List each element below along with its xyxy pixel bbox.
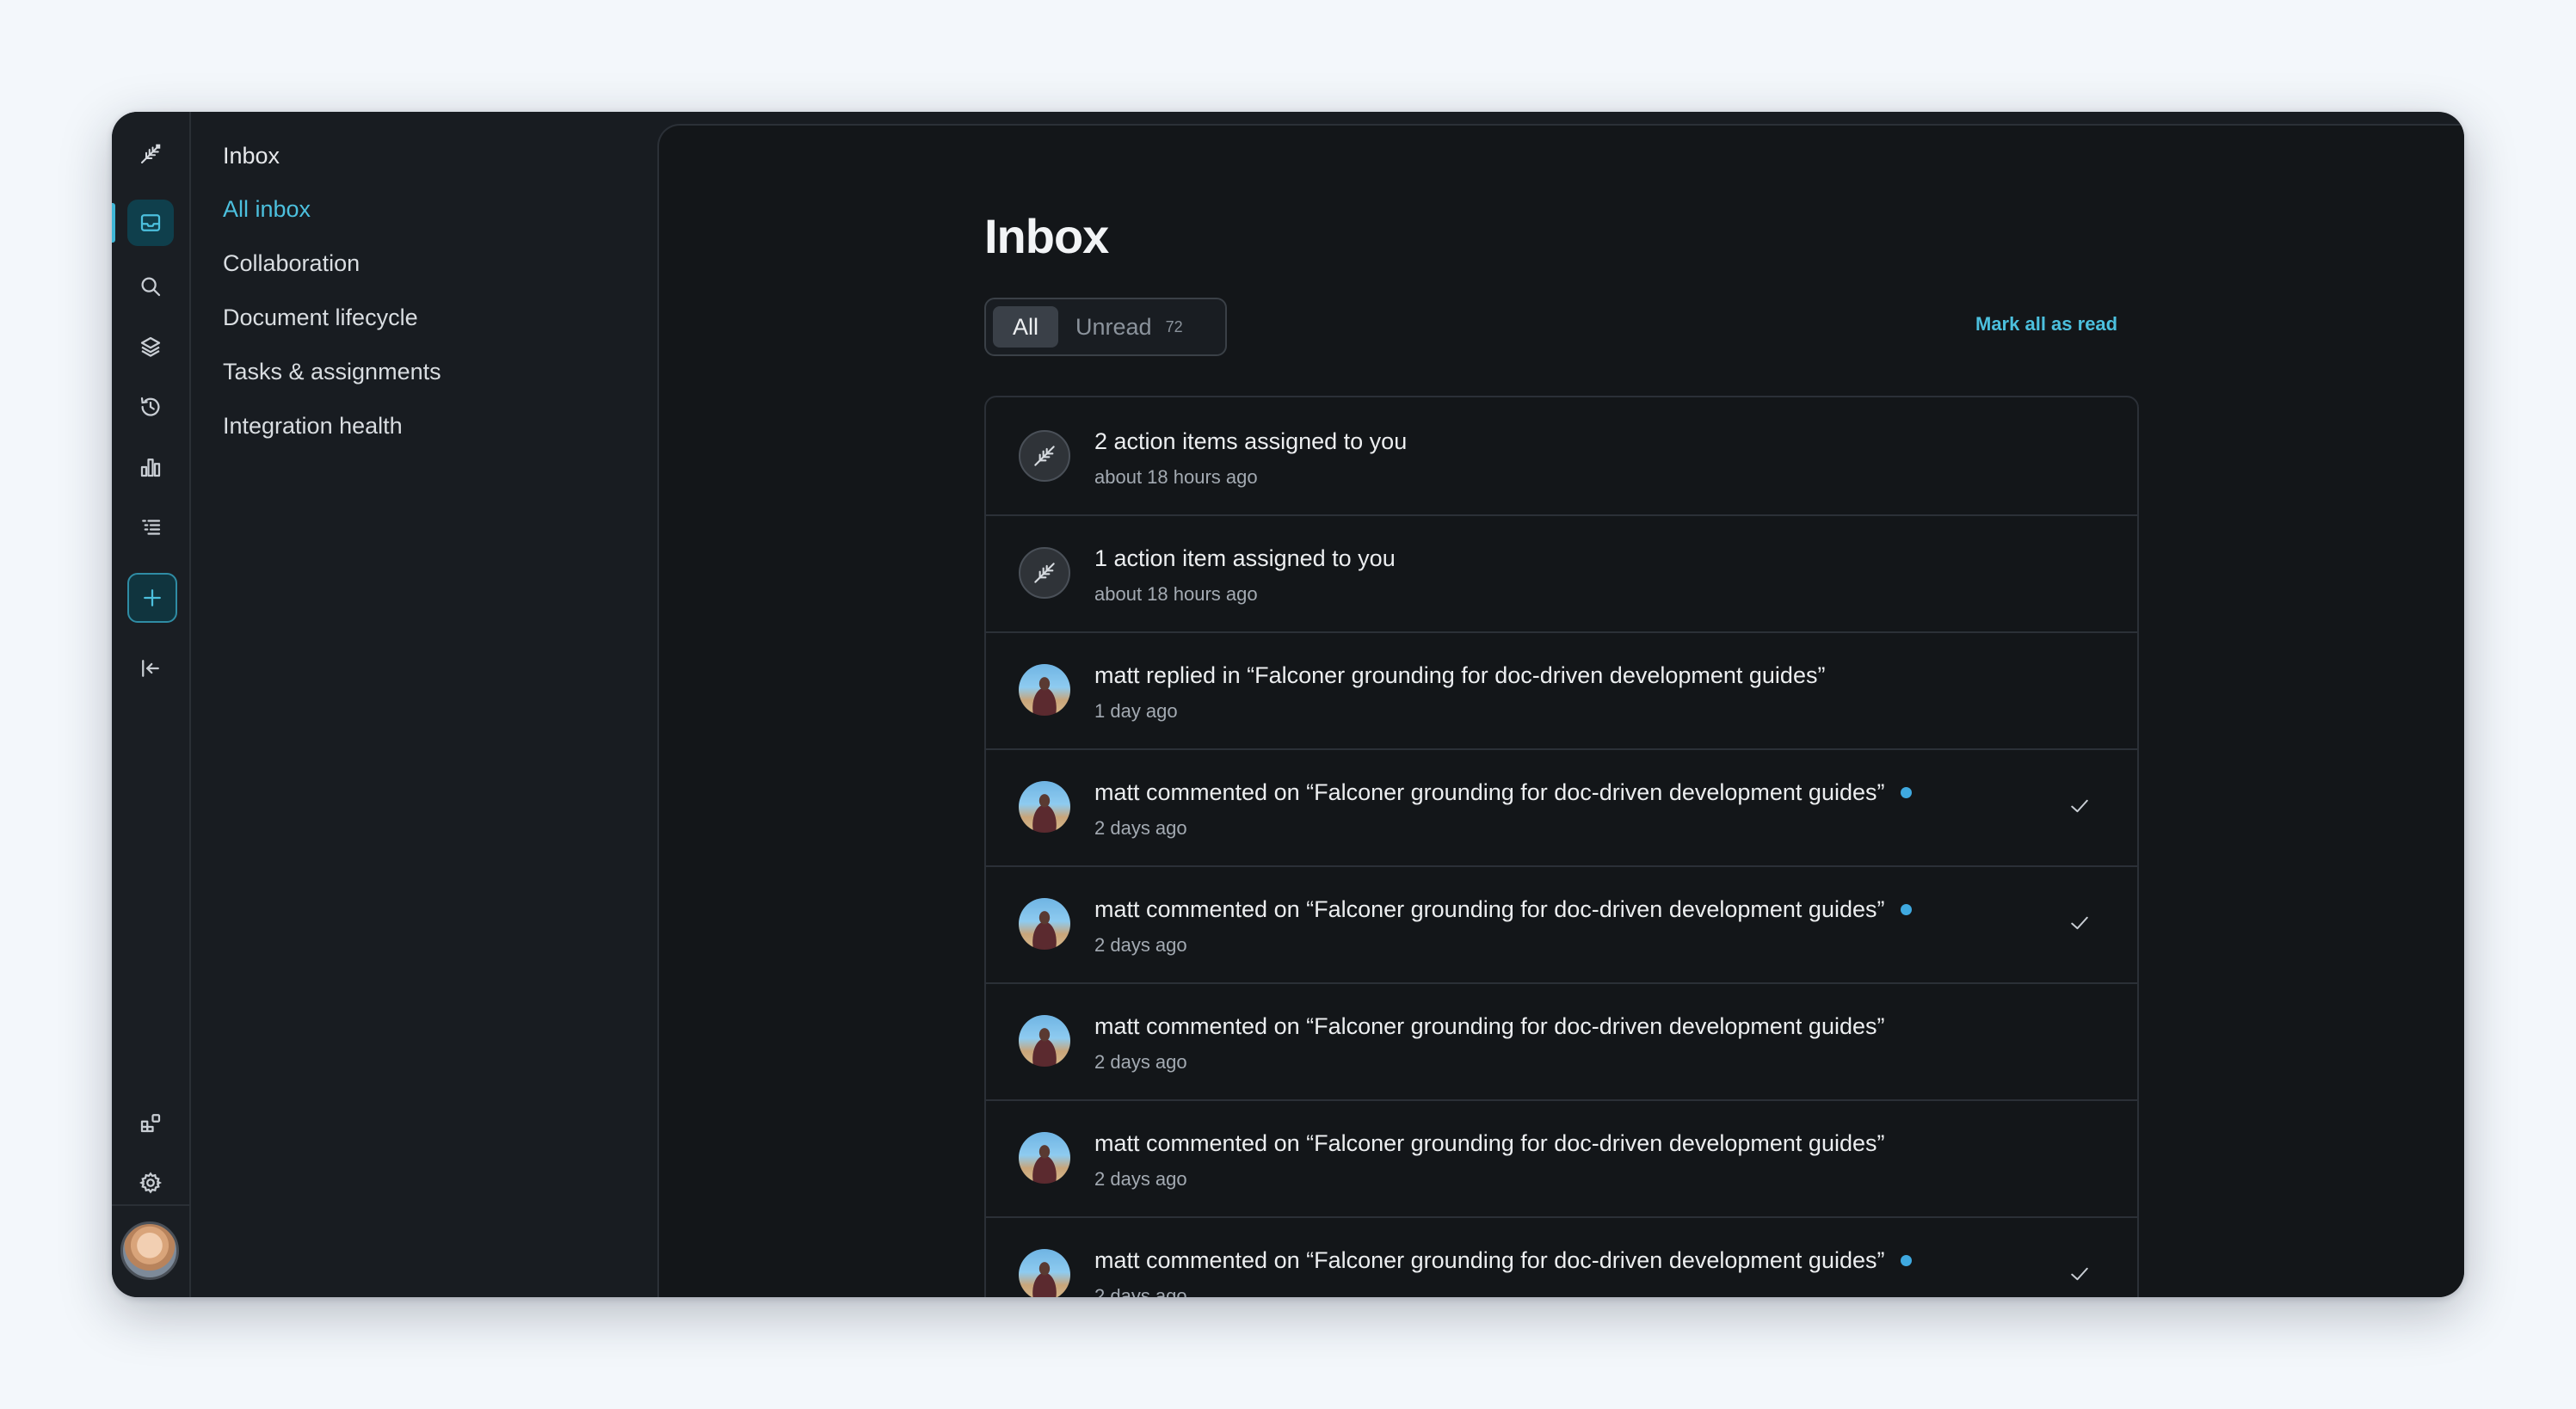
sidebar-item-integration-health[interactable]: Integration health bbox=[223, 413, 403, 440]
logo-icon bbox=[1034, 563, 1055, 583]
inbox-sidebar: Inbox All inbox Collaboration Document l… bbox=[191, 112, 656, 1297]
notification-text: matt commented on “Falconer grounding fo… bbox=[1094, 896, 1912, 923]
notification-text: matt replied in “Falconer grounding for … bbox=[1094, 662, 1825, 689]
mark-all-read-button[interactable]: Mark all as read bbox=[1975, 313, 2117, 335]
new-item-button[interactable] bbox=[127, 573, 177, 623]
notification-message: 1 action item assigned to you bbox=[1094, 545, 1396, 571]
notification-time: 2 days ago bbox=[1094, 1285, 1187, 1297]
notification-time: 1 day ago bbox=[1094, 700, 1178, 722]
notification-text: matt commented on “Falconer grounding fo… bbox=[1094, 1130, 1885, 1157]
layers-icon[interactable] bbox=[127, 323, 174, 370]
mark-read-check-icon[interactable] bbox=[2067, 1261, 2092, 1287]
sidebar-item-tasks-assignments[interactable]: Tasks & assignments bbox=[223, 359, 441, 385]
sidebar-item-all-inbox[interactable]: All inbox bbox=[223, 196, 311, 223]
filter-all-tab[interactable]: All bbox=[993, 306, 1058, 348]
notification-row[interactable]: matt replied in “Falconer grounding for … bbox=[986, 631, 2137, 750]
user-avatar bbox=[1019, 1249, 1070, 1297]
user-avatar[interactable] bbox=[120, 1221, 179, 1280]
rail-divider bbox=[112, 1204, 189, 1206]
notification-text: 2 action items assigned to you bbox=[1094, 428, 1407, 455]
notification-row[interactable]: matt commented on “Falconer grounding fo… bbox=[986, 1099, 2137, 1218]
notification-message: 2 action items assigned to you bbox=[1094, 428, 1408, 454]
user-avatar bbox=[1019, 898, 1070, 950]
notification-message: matt commented on “Falconer grounding fo… bbox=[1094, 1247, 1885, 1273]
history-icon[interactable] bbox=[127, 384, 174, 430]
icon-rail bbox=[112, 112, 191, 1297]
notification-message: matt commented on “Falconer grounding fo… bbox=[1094, 1130, 1885, 1156]
search-icon[interactable] bbox=[127, 263, 174, 310]
notification-row[interactable]: matt commented on “Falconer grounding fo… bbox=[986, 1216, 2137, 1297]
user-avatar bbox=[1019, 781, 1070, 833]
user-avatar bbox=[1019, 1015, 1070, 1067]
notification-time: about 18 hours ago bbox=[1094, 583, 1258, 605]
notification-time: 2 days ago bbox=[1094, 934, 1187, 956]
notification-text: matt commented on “Falconer grounding fo… bbox=[1094, 1013, 1885, 1040]
notification-row[interactable]: matt commented on “Falconer grounding fo… bbox=[986, 865, 2137, 984]
notification-message: matt commented on “Falconer grounding fo… bbox=[1094, 779, 1885, 805]
unread-dot bbox=[1900, 787, 1912, 798]
sidebar-item-document-lifecycle[interactable]: Document lifecycle bbox=[223, 305, 418, 331]
unread-count-badge: 72 bbox=[1165, 317, 1183, 335]
user-avatar bbox=[1019, 1132, 1070, 1184]
gear-icon[interactable] bbox=[127, 1160, 174, 1206]
mark-read-check-icon[interactable] bbox=[2067, 793, 2092, 819]
notification-row[interactable]: matt commented on “Falconer grounding fo… bbox=[986, 748, 2137, 867]
notification-message: matt replied in “Falconer grounding for … bbox=[1094, 662, 1826, 688]
sidebar-item-collaboration[interactable]: Collaboration bbox=[223, 250, 360, 277]
logo-icon bbox=[1034, 446, 1055, 466]
inbox-icon[interactable] bbox=[112, 200, 174, 246]
notification-row[interactable]: 1 action item assigned to you about 18 h… bbox=[986, 514, 2137, 633]
logo-icon[interactable] bbox=[127, 131, 174, 177]
notification-time: 2 days ago bbox=[1094, 1168, 1187, 1190]
mark-read-check-icon[interactable] bbox=[2067, 910, 2092, 936]
unread-dot bbox=[1900, 1255, 1912, 1266]
notification-row[interactable]: matt commented on “Falconer grounding fo… bbox=[986, 982, 2137, 1101]
notification-message: matt commented on “Falconer grounding fo… bbox=[1094, 896, 1885, 922]
notification-time: 2 days ago bbox=[1094, 1051, 1187, 1073]
inbox-filter: All Unread 72 bbox=[984, 298, 1227, 356]
list-icon[interactable] bbox=[127, 504, 174, 551]
notification-time: about 18 hours ago bbox=[1094, 466, 1258, 488]
notification-text: matt commented on “Falconer grounding fo… bbox=[1094, 779, 1912, 806]
notification-list: 2 action items assigned to you about 18 … bbox=[984, 396, 2139, 1297]
bot-avatar bbox=[1019, 430, 1070, 482]
notification-text: 1 action item assigned to you bbox=[1094, 545, 1396, 572]
bot-avatar bbox=[1019, 547, 1070, 599]
main-panel: Inbox All Unread 72 Mark all as read 2 a… bbox=[657, 124, 2464, 1297]
user-avatar bbox=[1019, 664, 1070, 716]
page-title: Inbox bbox=[984, 209, 1109, 263]
notification-row[interactable]: 2 action items assigned to you about 18 … bbox=[986, 397, 2137, 516]
collapse-icon[interactable] bbox=[127, 645, 174, 692]
filter-unread-tab[interactable]: Unread 72 bbox=[1075, 306, 1183, 348]
notification-time: 2 days ago bbox=[1094, 817, 1187, 839]
filter-unread-label: Unread bbox=[1075, 313, 1152, 340]
app-window: Inbox All inbox Collaboration Document l… bbox=[112, 112, 2464, 1297]
notification-text: matt commented on “Falconer grounding fo… bbox=[1094, 1247, 1912, 1274]
chart-icon[interactable] bbox=[127, 444, 174, 490]
notification-message: matt commented on “Falconer grounding fo… bbox=[1094, 1013, 1885, 1039]
apps-icon[interactable] bbox=[127, 1099, 174, 1146]
plus-icon bbox=[144, 589, 161, 606]
unread-dot bbox=[1900, 904, 1912, 915]
sidebar-section-title: Inbox bbox=[223, 143, 280, 169]
